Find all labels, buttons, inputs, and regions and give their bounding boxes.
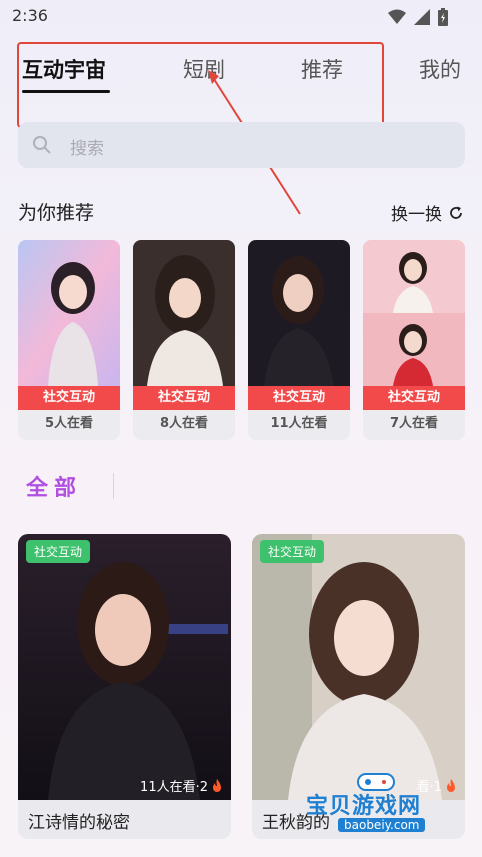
signal-icon	[414, 9, 430, 25]
viewer-count: 8人在看	[159, 416, 209, 431]
recommend-card[interactable]: 社交互动 11人在看	[248, 240, 350, 440]
status-icons	[388, 8, 448, 26]
refresh-icon	[450, 206, 462, 219]
watermark: 宝贝游戏网 baobeiy.com	[300, 770, 460, 840]
refresh-label: 换一换	[391, 205, 442, 225]
character-image	[363, 240, 465, 386]
search-icon	[33, 136, 51, 154]
all-section-title[interactable]: 全部	[26, 470, 82, 502]
recommend-card[interactable]: 社交互动 7人在看	[363, 240, 465, 440]
feed-card-title: 江诗情的秘密	[28, 813, 130, 833]
search-bar[interactable]: 搜索	[18, 122, 465, 168]
viewer-count-row: 11人在看·2	[140, 776, 223, 795]
viewer-count: 11人在看	[270, 416, 328, 431]
search-input[interactable]: 搜索	[70, 134, 104, 159]
category-tag: 社交互动	[260, 540, 325, 563]
status-time: 2:36	[12, 6, 48, 25]
section-divider	[113, 473, 114, 499]
character-image	[18, 534, 231, 800]
category-tag: 社交互动	[248, 386, 350, 410]
viewer-count: 7人在看	[389, 416, 439, 431]
category-tag: 社交互动	[363, 386, 465, 410]
battery-icon	[438, 8, 448, 26]
recommend-title: 为你推荐	[18, 202, 95, 224]
category-tag: 社交互动	[133, 386, 235, 410]
status-bar: 2:36	[0, 0, 482, 34]
wifi-icon	[388, 9, 406, 24]
character-image	[248, 240, 350, 386]
viewer-count: 5人在看	[44, 416, 94, 431]
character-image	[252, 534, 465, 800]
watermark-url: baobeiy.com	[338, 818, 426, 832]
tab-mine[interactable]: 我的	[419, 54, 461, 84]
character-image	[133, 240, 235, 386]
annotation-box	[17, 42, 384, 128]
fire-icon	[213, 778, 221, 792]
category-tag: 社交互动	[18, 386, 120, 410]
recommend-card[interactable]: 社交互动 5人在看	[18, 240, 120, 440]
recommend-card[interactable]: 社交互动 8人在看	[133, 240, 235, 440]
character-image	[18, 240, 120, 386]
refresh-button[interactable]: 换一换	[391, 200, 464, 225]
category-tag: 社交互动	[26, 540, 91, 563]
watermark-text: 宝贝游戏网	[306, 794, 422, 819]
viewer-count: 11人在看·2	[140, 780, 208, 795]
feed-card[interactable]: 社交互动 11人在看·2 江诗情的秘密	[18, 534, 231, 839]
